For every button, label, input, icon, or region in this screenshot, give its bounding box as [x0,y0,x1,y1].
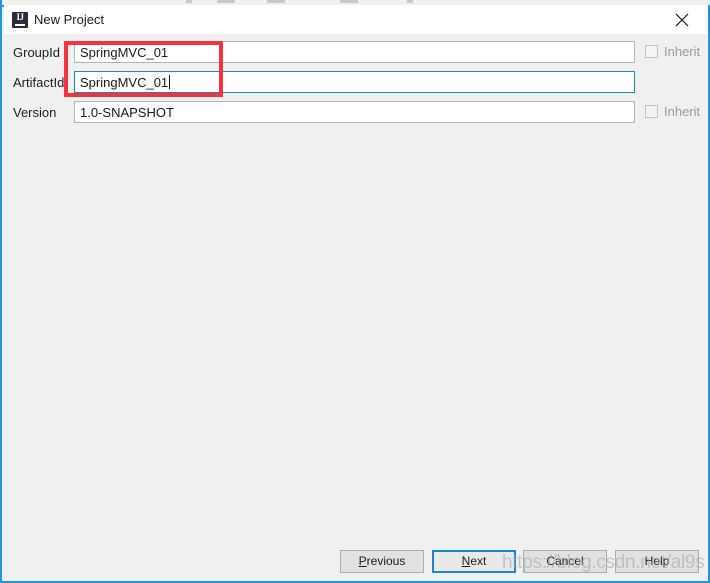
version-inherit-label: Inherit [664,104,701,119]
cancel-button-label: Cancel [546,554,584,568]
intellij-idea-icon: IJ [12,12,28,28]
groupid-input[interactable]: SpringMVC_01 [74,41,635,63]
version-inherit-checkbox-group[interactable]: Inherit [645,102,705,122]
previous-button-mnemonic: P [358,554,367,568]
artifactid-label: ArtifactId [13,75,65,90]
artifactid-input[interactable]: SpringMVC_01 [74,71,635,93]
groupid-inherit-checkbox-group[interactable]: Inherit [645,42,705,62]
artifactid-input-value: SpringMVC_01 [80,75,169,90]
cancel-button[interactable]: Cancel [523,550,607,573]
dialog-footer: Previous Next Cancel Help [4,539,708,581]
next-button-label: ext [470,554,487,568]
intellij-idea-icon-text: IJ [16,12,24,22]
version-input-value: 1.0-SNAPSHOT [80,105,174,120]
maven-coordinates-form: GroupId SpringMVC_01 Inherit ArtifactId … [4,34,708,539]
form-row-groupid: GroupId SpringMVC_01 Inherit [4,41,708,65]
intellij-idea-icon-bar [15,24,25,26]
previous-button[interactable]: Previous [340,550,424,573]
groupid-input-value: SpringMVC_01 [80,45,169,60]
new-project-dialog: IJ New Project GroupId SpringMVC_01 Inhe… [0,0,710,583]
version-input[interactable]: 1.0-SNAPSHOT [74,101,635,123]
text-caret [169,75,171,89]
groupid-inherit-checkbox[interactable] [645,45,658,58]
help-button-label: Help [644,554,670,568]
next-button[interactable]: Next [432,550,516,573]
form-row-artifactid: ArtifactId SpringMVC_01 [4,71,708,95]
groupid-label: GroupId [13,45,60,60]
form-row-version: Version 1.0-SNAPSHOT Inherit [4,101,708,125]
version-inherit-checkbox[interactable] [645,105,658,118]
dialog-titlebar: IJ New Project [4,5,708,34]
close-icon[interactable] [662,5,702,34]
version-label: Version [13,105,57,120]
help-button[interactable]: Help [615,550,699,573]
dialog-title: New Project [34,12,105,27]
previous-button-label: revious [366,554,406,568]
artifactid-input-value-wrap: SpringMVC_01 [80,74,171,91]
groupid-inherit-label: Inherit [664,44,701,59]
